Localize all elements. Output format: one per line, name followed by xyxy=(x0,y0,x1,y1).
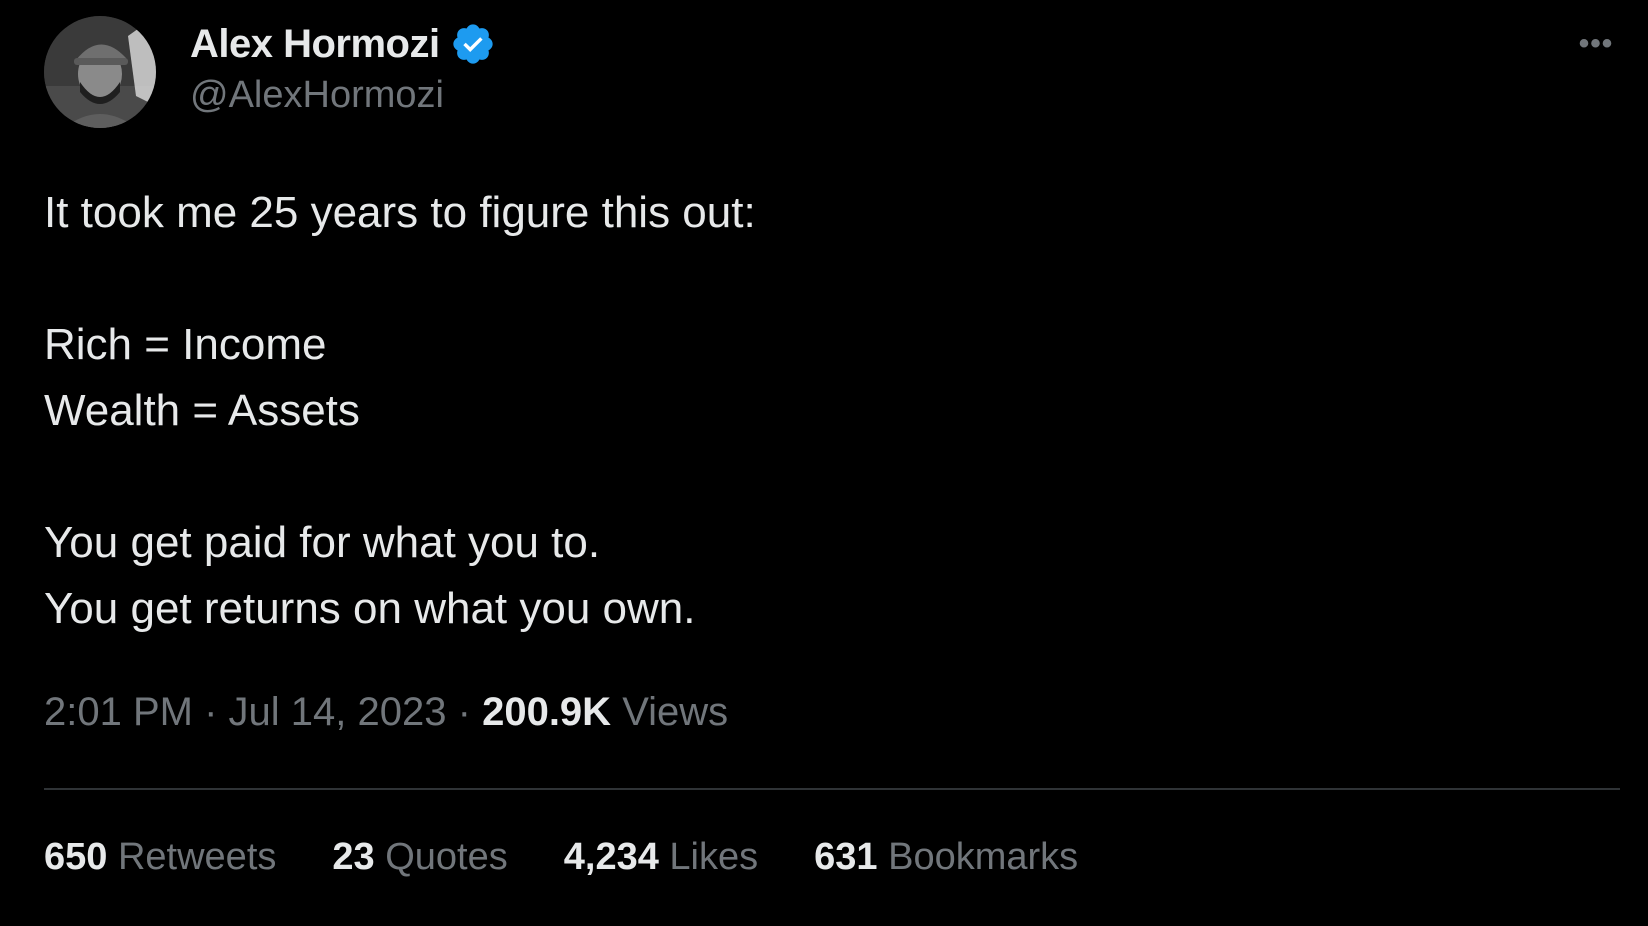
bookmarks-count: 631 xyxy=(814,836,878,878)
quotes-stat[interactable]: 23 Quotes xyxy=(332,836,507,879)
tweet-meta: 2:01 PM · Jul 14, 2023 · 200.9K Views xyxy=(44,690,728,735)
quotes-label: Quotes xyxy=(385,836,508,878)
tweet-text: It took me 25 years to figure this out: … xyxy=(44,180,1584,642)
more-horizontal-icon: ••• xyxy=(1578,27,1614,60)
author-handle[interactable]: @AlexHormozi xyxy=(190,74,444,117)
engagement-stats: 650 Retweets 23 Quotes 4,234 Likes 631 B… xyxy=(44,836,1078,879)
meta-separator: · xyxy=(204,690,218,734)
views-count: 200.9K xyxy=(482,690,612,734)
avatar-image xyxy=(44,16,156,128)
quotes-count: 23 xyxy=(332,836,375,878)
more-options-button[interactable]: ••• xyxy=(1570,26,1622,62)
tweet-line: Rich = Income xyxy=(44,320,327,369)
tweet-line: Wealth = Assets xyxy=(44,386,360,435)
likes-stat[interactable]: 4,234 Likes xyxy=(564,836,758,879)
tweet-line: You get paid for what you to. xyxy=(44,518,601,567)
bookmarks-stat[interactable]: 631 Bookmarks xyxy=(814,836,1078,879)
bookmarks-label: Bookmarks xyxy=(888,836,1079,878)
views-label: Views xyxy=(622,690,729,734)
retweets-stat[interactable]: 650 Retweets xyxy=(44,836,276,879)
tweet-time[interactable]: 2:01 PM xyxy=(44,690,193,734)
author-name[interactable]: Alex Hormozi xyxy=(190,22,440,67)
retweets-label: Retweets xyxy=(117,836,277,878)
likes-label: Likes xyxy=(669,836,759,878)
retweets-count: 650 xyxy=(44,836,108,878)
avatar[interactable] xyxy=(44,16,156,128)
tweet-date[interactable]: Jul 14, 2023 xyxy=(229,690,447,734)
tweet-card: Alex Hormozi @AlexHormozi ••• It took me… xyxy=(0,0,1648,926)
meta-separator: · xyxy=(457,690,471,734)
author-name-row: Alex Hormozi xyxy=(190,18,496,70)
divider xyxy=(44,788,1620,790)
tweet-line: It took me 25 years to figure this out: xyxy=(44,188,756,237)
tweet-line: You get returns on what you own. xyxy=(44,584,696,633)
likes-count: 4,234 xyxy=(563,836,659,878)
verified-badge-icon xyxy=(450,21,496,67)
